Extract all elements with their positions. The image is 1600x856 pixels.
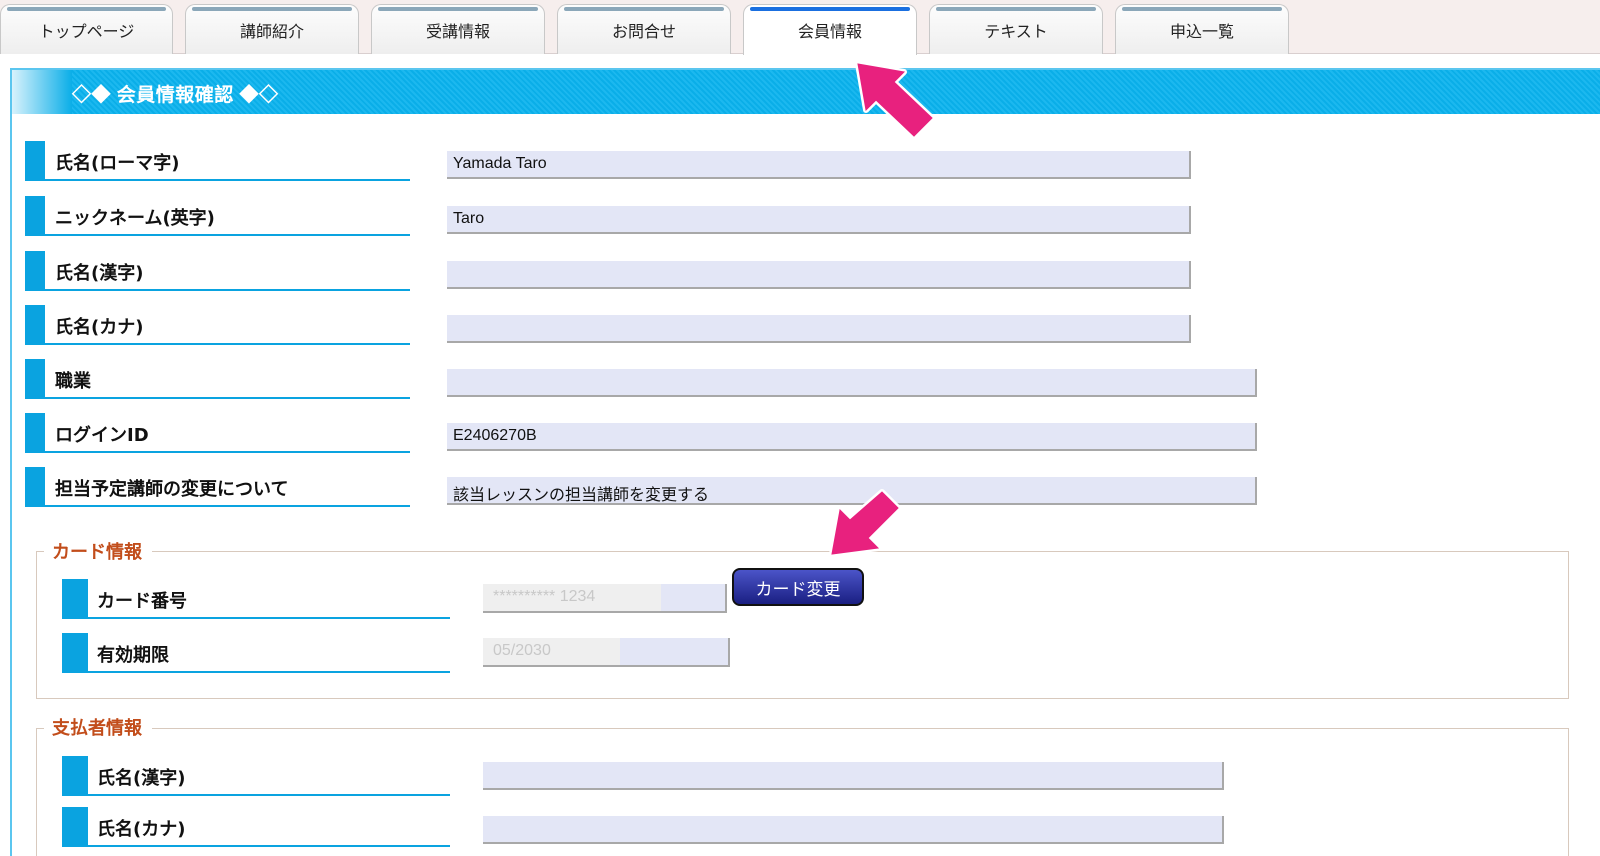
panel-header-accent xyxy=(12,70,72,114)
tab-instructors[interactable]: 講師紹介 xyxy=(185,4,359,54)
row-payer-name-kanji: 氏名(漢字) xyxy=(62,756,450,796)
occupation-field xyxy=(447,369,1257,397)
name-kanji-field xyxy=(447,261,1191,289)
row-underline xyxy=(88,617,450,619)
row-underline xyxy=(45,505,410,507)
row-underline xyxy=(45,234,410,236)
row-underline xyxy=(45,451,410,453)
tab-text[interactable]: テキスト xyxy=(929,4,1103,54)
row-underline xyxy=(88,845,450,847)
panel-title: ◇◆ 会員情報確認 ◆◇ xyxy=(72,85,279,106)
row-card-number: カード番号 xyxy=(62,579,450,619)
tab-label: テキスト xyxy=(984,21,1048,41)
row-underline xyxy=(88,794,450,796)
row-marker xyxy=(62,756,88,796)
change-card-button[interactable]: カード変更 xyxy=(732,568,864,606)
pointer-arrow-icon xyxy=(829,489,901,557)
payer-info-title: 支払者情報 xyxy=(44,714,152,740)
row-marker xyxy=(25,141,45,181)
row-underline xyxy=(45,343,410,345)
payer-name-kana-field xyxy=(483,816,1224,844)
row-label: 担当予定講師の変更について xyxy=(55,479,289,500)
tab-member-info[interactable]: 会員情報 xyxy=(743,4,917,55)
tab-contact[interactable]: お問合せ xyxy=(557,4,731,54)
row-marker xyxy=(62,633,88,673)
row-label: ニックネーム(英字) xyxy=(55,208,215,229)
row-underline xyxy=(45,289,410,291)
row-name-kanji: 氏名(漢字) xyxy=(25,251,410,291)
row-marker xyxy=(25,305,45,345)
pointer-arrow-icon xyxy=(855,61,935,139)
row-expiry: 有効期限 xyxy=(62,633,450,673)
name-kana-field xyxy=(447,315,1191,343)
tab-label: お問合せ xyxy=(611,21,676,41)
row-marker xyxy=(25,251,45,291)
row-label: 氏名(カナ) xyxy=(97,819,186,840)
card-number-field: ********** 1234 xyxy=(483,584,727,613)
expiry-field: 05/2030 xyxy=(483,638,730,667)
row-label: 氏名(ローマ字) xyxy=(55,153,180,174)
row-label: 職業 xyxy=(55,371,91,392)
row-name-romaji: 氏名(ローマ字) xyxy=(25,141,410,181)
row-marker xyxy=(25,413,45,453)
row-label: 氏名(カナ) xyxy=(55,317,144,338)
row-marker xyxy=(62,579,88,619)
row-underline xyxy=(45,397,410,399)
row-marker xyxy=(62,807,88,847)
row-label: 氏名(漢字) xyxy=(55,263,144,284)
row-label: カード番号 xyxy=(97,591,187,612)
expiry-value: 05/2030 xyxy=(483,638,620,665)
row-payer-name-kana: 氏名(カナ) xyxy=(62,807,450,847)
row-instructor-change: 担当予定講師の変更について xyxy=(25,467,410,507)
row-name-kana: 氏名(カナ) xyxy=(25,305,410,345)
tab-course-info[interactable]: 受講情報 xyxy=(371,4,545,54)
tab-bar: トップページ 講師紹介 受講情報 お問合せ 会員情報 テキスト 申込一覧 xyxy=(0,0,1600,55)
row-label: 氏名(漢字) xyxy=(97,768,186,789)
tab-label: 受講情報 xyxy=(425,21,490,41)
tab-application-list[interactable]: 申込一覧 xyxy=(1115,4,1289,54)
nickname-field: Taro xyxy=(447,206,1191,234)
panel-header: ◇◆ 会員情報確認 ◆◇ xyxy=(12,70,1600,114)
row-occupation: 職業 xyxy=(25,359,410,399)
tab-label: 講師紹介 xyxy=(239,21,304,41)
row-underline xyxy=(88,671,450,673)
card-info-title: カード情報 xyxy=(44,538,152,564)
row-label: ログインID xyxy=(55,425,149,446)
row-underline xyxy=(45,179,410,181)
row-marker xyxy=(25,359,45,399)
row-label: 有効期限 xyxy=(97,645,169,666)
row-marker xyxy=(25,196,45,236)
login-id-field: E2406270B xyxy=(447,423,1257,451)
card-number-masked: ********** 1234 xyxy=(483,584,661,611)
name-romaji-field: Yamada Taro xyxy=(447,151,1191,179)
change-card-label: カード変更 xyxy=(755,579,841,600)
tab-label: トップページ xyxy=(38,21,135,41)
row-nickname: ニックネーム(英字) xyxy=(25,196,410,236)
tab-label: 会員情報 xyxy=(797,22,862,41)
tab-label: 申込一覧 xyxy=(1169,21,1234,41)
tab-top-page[interactable]: トップページ xyxy=(0,4,173,54)
payer-name-kanji-field xyxy=(483,762,1224,790)
row-marker xyxy=(25,467,45,507)
row-login-id: ログインID xyxy=(25,413,410,453)
